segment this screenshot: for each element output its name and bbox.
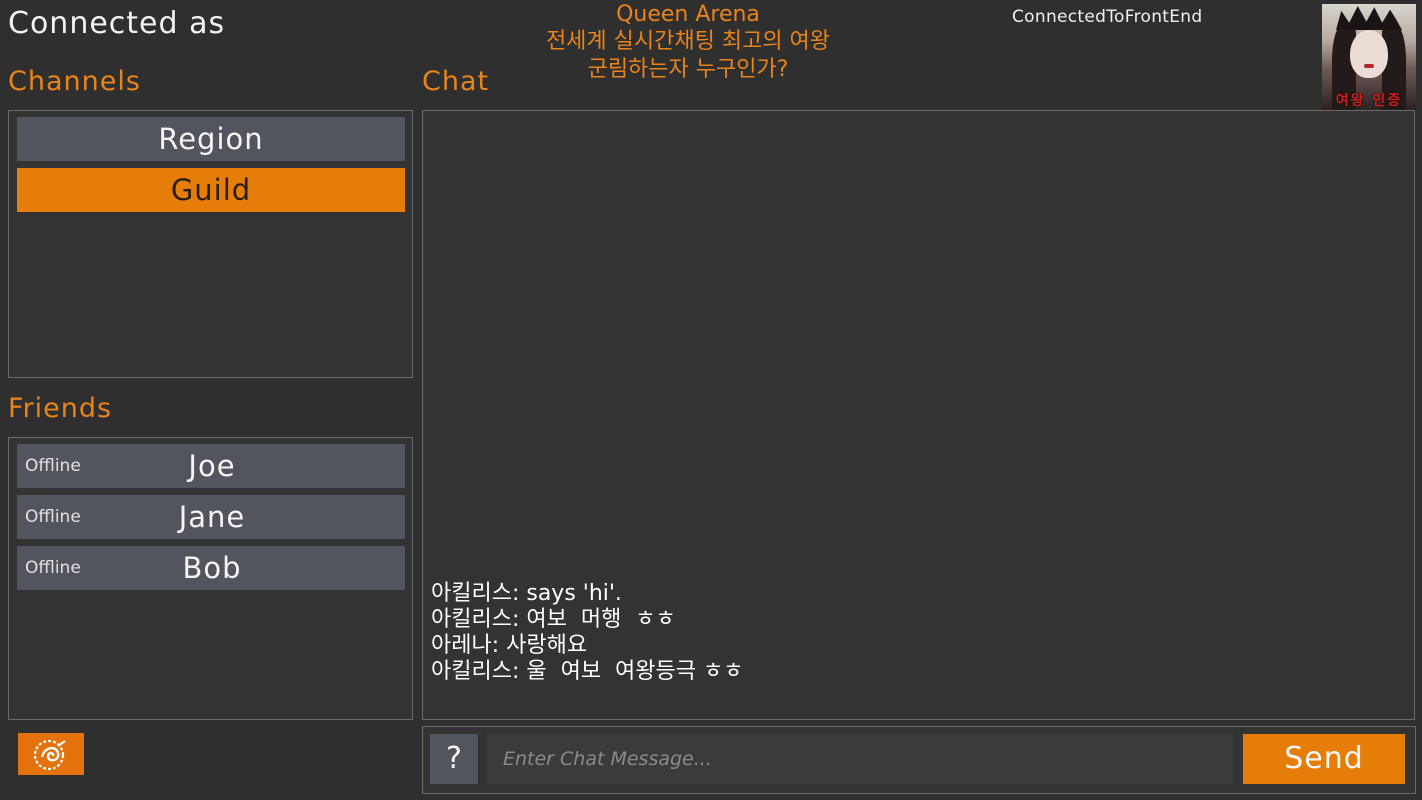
friend-row-jane[interactable]: Offline Jane xyxy=(17,495,405,539)
channel-region-button[interactable]: Region xyxy=(17,117,405,161)
friend-row-bob[interactable]: Offline Bob xyxy=(17,546,405,590)
chat-heading: Chat xyxy=(422,66,490,97)
chat-message: 아킬리스: 울 여보 여왕등극 ㅎㅎ xyxy=(431,659,744,684)
chat-log-panel[interactable]: 아킬리스: says 'hi'. 아킬리스: 여보 머행 ㅎㅎ 아레나: 사랑해… xyxy=(422,110,1415,720)
avatar-lips xyxy=(1364,64,1374,68)
app-title: Queen Arena 전세계 실시간채팅 최고의 여왕 군림하는자 누구인가? xyxy=(470,2,906,84)
avatar: 여왕 인증 xyxy=(1322,4,1416,112)
swirl-logo-icon xyxy=(33,739,66,771)
friend-status: Offline xyxy=(25,558,81,578)
friend-row-joe[interactable]: Offline Joe xyxy=(17,444,405,488)
help-button[interactable]: ? xyxy=(430,734,478,784)
channel-guild-button[interactable]: Guild xyxy=(17,168,405,212)
chat-input-bar: ? Send xyxy=(422,726,1416,794)
title-line-3: 군림하는자 누구인가? xyxy=(587,57,789,82)
channels-heading: Channels xyxy=(8,66,141,97)
friend-name: Joe xyxy=(188,449,236,483)
title-line-2: 전세계 실시간채팅 최고의 여왕 xyxy=(545,29,831,54)
friend-name: Bob xyxy=(182,551,242,585)
send-button[interactable]: Send xyxy=(1243,734,1405,784)
friends-panel: Offline Joe Offline Jane Offline Bob xyxy=(8,437,413,720)
avatar-face xyxy=(1350,30,1388,78)
friends-heading: Friends xyxy=(8,393,113,424)
friend-name: Jane xyxy=(178,500,246,534)
app-logo-button[interactable] xyxy=(18,733,84,775)
avatar-caption: 여왕 인증 xyxy=(1335,93,1403,109)
chat-message: 아레나: 사랑해요 xyxy=(431,633,588,658)
title-line-1: Queen Arena xyxy=(616,2,760,27)
friend-status: Offline xyxy=(25,456,81,476)
crown-icon xyxy=(1336,6,1402,30)
channels-panel: Region Guild xyxy=(8,110,413,378)
connection-status: ConnectedToFrontEnd xyxy=(1012,7,1203,27)
chat-messages: 아킬리스: says 'hi'. 아킬리스: 여보 머행 ㅎㅎ 아레나: 사랑해… xyxy=(431,581,744,685)
connected-as-label: Connected as xyxy=(8,6,226,41)
chat-message: 아킬리스: 여보 머행 ㅎㅎ xyxy=(431,607,676,632)
chat-message-input[interactable] xyxy=(487,734,1233,784)
chat-message: 아킬리스: says 'hi'. xyxy=(431,581,622,606)
friend-status: Offline xyxy=(25,507,81,527)
